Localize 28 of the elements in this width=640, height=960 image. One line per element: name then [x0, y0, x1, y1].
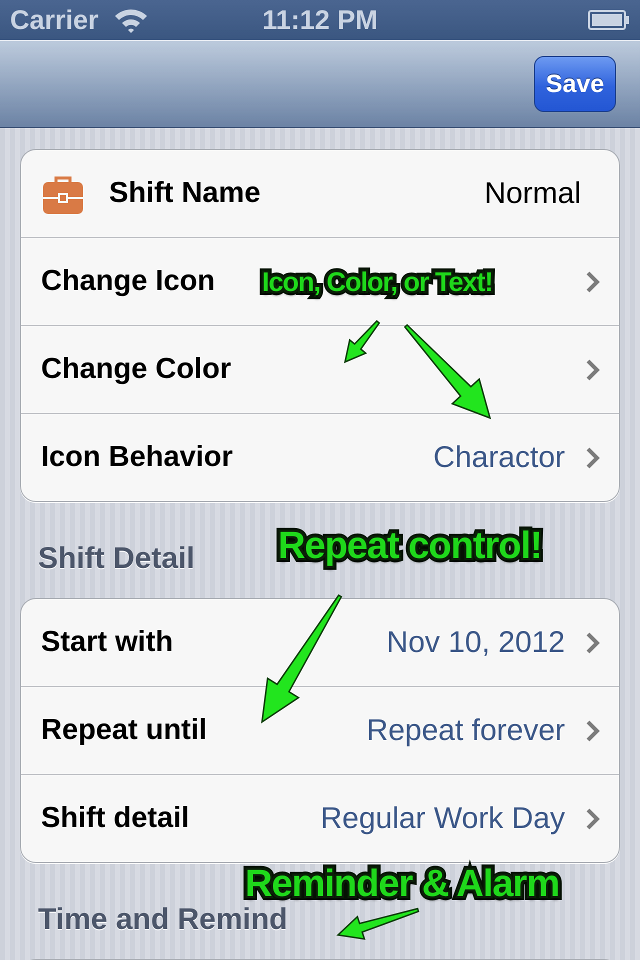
battery-icon [588, 10, 630, 30]
callout-text: Icon, Color, or Text! [262, 268, 493, 298]
chevron-icon [585, 446, 601, 470]
chevron-icon [585, 270, 601, 294]
row-value: Repeat forever [366, 714, 565, 748]
row-label: Change Icon [41, 265, 216, 298]
row-value: Normal [484, 176, 581, 210]
row-label: Start with [41, 626, 174, 659]
chevron-icon [585, 358, 601, 382]
status-time: 11:12 PM [262, 4, 378, 36]
carrier-name: Carrier [10, 4, 99, 36]
section-header: Time and Remind [38, 903, 288, 937]
save-button[interactable]: Save [534, 56, 616, 112]
row-value: Regular Work Day [320, 802, 565, 836]
chevron-icon [585, 630, 601, 654]
row-value: Charactor [433, 440, 565, 474]
chevron-icon [585, 806, 601, 830]
row-label: Shift detail [41, 802, 190, 835]
chevron-icon [585, 718, 601, 742]
row-label: Repeat until [41, 714, 207, 747]
row-label: Shift Name [109, 177, 260, 210]
row-label: Change Color [41, 353, 232, 386]
callout-arrow [344, 320, 380, 364]
callout-text: Repeat control! [278, 526, 542, 568]
section-header: Shift Detail [38, 542, 195, 576]
row-label: Icon Behavior [41, 441, 233, 474]
row-value: Nov 10, 2012 [386, 626, 565, 660]
callout-text: Reminder & Alarm [245, 864, 560, 906]
